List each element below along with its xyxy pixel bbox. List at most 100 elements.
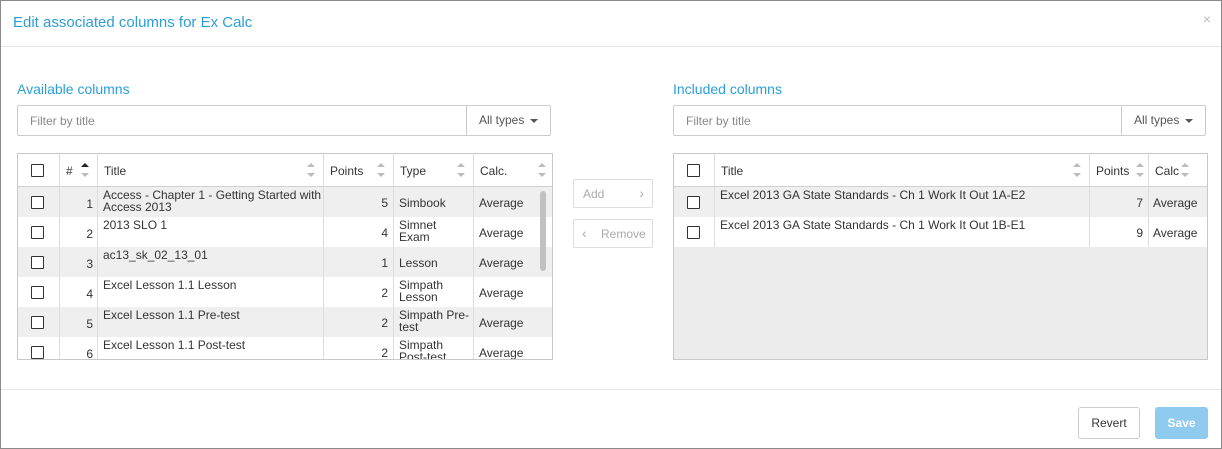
row-checkbox[interactable]	[31, 226, 44, 239]
table-row[interactable]: Excel 2013 GA State Standards - Ch 1 Wor…	[674, 217, 1207, 247]
header-select-cell	[18, 154, 60, 186]
row-points: 4	[381, 226, 388, 240]
available-columns-grid: # Title Points Type Calc. 1 Access - Cha…	[17, 153, 553, 360]
table-row[interactable]: 1 Access - Chapter 1 - Getting Started w…	[18, 187, 552, 217]
row-calc: Average	[1153, 226, 1198, 240]
sort-icon	[1181, 162, 1189, 180]
row-checkbox[interactable]	[687, 226, 700, 239]
revert-button[interactable]: Revert	[1078, 407, 1140, 439]
row-title: ac13_sk_02_13_01	[103, 248, 208, 262]
row-calc: Average	[479, 256, 524, 270]
row-title: Excel Lesson 1.1 Pre-test	[103, 308, 240, 322]
available-grid-scrollbar[interactable]	[540, 191, 546, 271]
select-all-checkbox[interactable]	[687, 164, 700, 177]
row-points: 5	[381, 196, 388, 210]
row-points: 2	[381, 316, 388, 330]
included-filter-input[interactable]	[674, 106, 1122, 135]
row-title: Excel 2013 GA State Standards - Ch 1 Wor…	[720, 188, 1026, 202]
add-button[interactable]: Add ›	[573, 179, 653, 208]
header-points[interactable]: Points	[1090, 154, 1149, 186]
row-checkbox[interactable]	[31, 256, 44, 269]
header-calc-label: Calc	[1155, 164, 1180, 178]
footer-divider	[1, 389, 1221, 390]
caret-down-icon	[530, 118, 539, 123]
included-filter-group: All types	[673, 105, 1206, 136]
table-row[interactable]: 2 2013 SLO 1 4 Simnet Exam Average	[18, 217, 552, 247]
available-type-dropdown-label: All types	[479, 113, 525, 127]
sort-icon	[538, 162, 546, 180]
header-points-label: Points	[330, 164, 364, 178]
caret-down-icon	[1185, 118, 1194, 123]
table-row[interactable]: 6 Excel Lesson 1.1 Post-test 2 Simpath P…	[18, 337, 552, 360]
sort-icon	[1136, 162, 1144, 180]
chevron-right-icon: ›	[639, 185, 644, 201]
row-type: Simpath Lesson	[399, 278, 444, 304]
sort-icon	[457, 162, 465, 180]
chevron-left-icon: ‹	[582, 225, 587, 241]
row-points: 2	[381, 346, 388, 360]
row-num: 2	[86, 227, 93, 241]
sort-icon	[1073, 162, 1081, 180]
dialog-title: Edit associated columns for Ex Calc	[13, 14, 253, 31]
dialog-header: Edit associated columns for Ex Calc ×	[1, 1, 1221, 47]
row-points: 9	[1136, 226, 1143, 240]
included-columns-label: Included columns	[673, 81, 782, 97]
row-num: 5	[86, 317, 93, 331]
row-type: Simpath Post-test	[399, 338, 447, 360]
header-points-label: Points	[1096, 164, 1130, 178]
included-type-dropdown[interactable]: All types	[1121, 106, 1205, 135]
header-type-label: Type	[400, 164, 427, 178]
header-calc-label: Calc.	[480, 164, 508, 178]
header-title[interactable]: Title	[715, 154, 1090, 186]
header-calc[interactable]: Calc.	[474, 154, 552, 186]
available-filter-group: All types	[17, 105, 551, 136]
save-button[interactable]: Save	[1155, 407, 1208, 439]
available-filter-input[interactable]	[18, 106, 466, 135]
close-icon[interactable]: ×	[1203, 11, 1211, 27]
header-type[interactable]: Type	[394, 154, 474, 186]
row-calc: Average	[479, 346, 524, 360]
row-calc: Average	[479, 286, 524, 300]
row-checkbox[interactable]	[31, 286, 44, 299]
table-row[interactable]: Excel 2013 GA State Standards - Ch 1 Wor…	[674, 187, 1207, 217]
row-num: 3	[86, 257, 93, 271]
row-title: Excel Lesson 1.1 Post-test	[103, 338, 246, 352]
row-num: 6	[86, 347, 93, 360]
row-title: Excel 2013 GA State Standards - Ch 1 Wor…	[720, 218, 1026, 232]
row-title: 2013 SLO 1	[103, 218, 168, 232]
sort-asc-icon	[81, 162, 89, 180]
select-all-checkbox[interactable]	[31, 164, 44, 177]
row-title: Excel Lesson 1.1 Lesson	[103, 278, 237, 292]
row-checkbox[interactable]	[31, 346, 44, 359]
header-num[interactable]: #	[60, 154, 98, 186]
edit-columns-dialog: Edit associated columns for Ex Calc × Av…	[0, 0, 1222, 449]
table-row[interactable]: 4 Excel Lesson 1.1 Lesson 2 Simpath Less…	[18, 277, 552, 307]
available-columns-label: Available columns	[17, 81, 130, 97]
row-type: Simnet Exam	[399, 218, 437, 244]
row-title: Access - Chapter 1 - Getting Started wit…	[103, 188, 322, 214]
table-row[interactable]: 3 ac13_sk_02_13_01 1 Lesson Average	[18, 247, 552, 277]
available-grid-header: # Title Points Type Calc.	[18, 154, 552, 187]
remove-button[interactable]: ‹ Remove	[573, 219, 653, 248]
header-title[interactable]: Title	[98, 154, 324, 186]
included-type-dropdown-label: All types	[1134, 113, 1180, 127]
row-type: Lesson	[399, 256, 438, 270]
row-checkbox[interactable]	[31, 316, 44, 329]
row-checkbox[interactable]	[687, 196, 700, 209]
header-calc[interactable]: Calc	[1149, 154, 1207, 186]
sort-icon	[377, 162, 385, 180]
header-points[interactable]: Points	[324, 154, 394, 186]
row-calc: Average	[479, 226, 524, 240]
available-type-dropdown[interactable]: All types	[466, 106, 550, 135]
table-row[interactable]: 5 Excel Lesson 1.1 Pre-test 2 Simpath Pr…	[18, 307, 552, 337]
row-checkbox[interactable]	[31, 196, 44, 209]
remove-button-label: Remove	[601, 227, 646, 241]
row-points: 7	[1136, 196, 1143, 210]
row-num: 4	[86, 287, 93, 301]
header-title-label: Title	[104, 164, 127, 178]
header-select-cell	[674, 154, 715, 186]
included-grid-header: Title Points Calc	[674, 154, 1207, 187]
row-type: Simpath Pre-test	[399, 308, 470, 334]
row-type: Simbook	[399, 196, 446, 210]
header-title-label: Title	[721, 164, 744, 178]
